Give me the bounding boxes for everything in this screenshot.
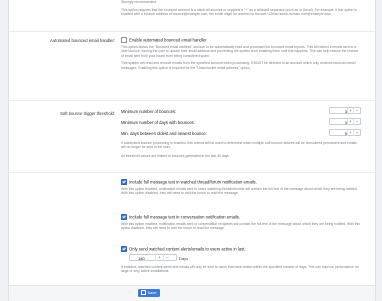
min-bounces-label: Minimum number of bounces: [121,108,177,114]
min-days-row: Minimum number of days with bounces: 3 +… [121,118,361,125]
divider [9,100,375,101]
convo-full-hint: With this option enabled, notification e… [121,222,360,231]
min-days-between-row: Min. days between oldest and newest boun… [121,129,361,136]
min-days-between-value: 5 [344,131,347,137]
min-days-input[interactable]: 3 + − [329,118,361,125]
auto-bounce-checkbox-label: Enable automated bounced email handler [129,37,207,43]
soft-bounce-hint-1: If automated bounce processing is enable… [121,141,357,150]
decrement-button[interactable]: − [353,119,360,125]
min-days-value: 3 [344,120,347,126]
active-days-unit: Days [179,255,189,261]
save-icon [141,290,147,296]
save-button[interactable]: Save [138,289,160,297]
options-panel: Strongly recommended. This option requir… [8,0,376,301]
min-days-between-input[interactable]: 5 + − [329,129,361,136]
min-days-label: Minimum number of days with bounces: [121,119,195,125]
convo-full-group: Include full message text in conversatio… [121,213,361,231]
active-days-input[interactable]: 180 + − [129,254,177,261]
auto-bounce-hint-1: This option allows the "Bounced email ad… [121,45,359,58]
active-only-checkbox[interactable] [121,245,127,252]
watched-full-checkbox[interactable] [121,178,127,185]
soft-bounce-label: Soft bounce trigger threshold: [60,111,115,116]
form-footer [9,285,375,301]
auto-bounce-checkbox-row[interactable]: Enable automated bounced email handler [121,36,361,43]
active-only-checkbox-row[interactable]: Only send watched content alerts/emails … [121,245,361,252]
decrement-button[interactable]: − [163,255,171,261]
auto-bounce-checkbox[interactable] [121,36,127,43]
active-only-hint: If enabled, watched content alerts and e… [121,265,359,274]
convo-full-checkbox-row[interactable]: Include full message text in conversatio… [121,213,361,220]
min-bounces-row: Minimum number of bounces: 3 + − [121,107,361,114]
decrement-button[interactable]: − [353,108,360,114]
convo-full-checkbox-label: Include full message text in conversatio… [129,214,241,220]
watched-full-checkbox-label: Include full message text in watched thr… [129,179,257,185]
soft-bounce-hint-2: All threshold values are limited to boun… [121,154,230,158]
auto-bounce-group: Enable automated bounced email handler T… [121,36,361,70]
active-only-checkbox-label: Only send watched content alerts/emails … [129,246,246,252]
save-button-label: Save [147,290,157,295]
min-bounces-value: 3 [344,109,347,115]
auto-bounce-label: Automated bounced email handler: [50,38,115,43]
auto-bounce-hint-2: This system will read and remove emails … [121,61,356,70]
convo-full-checkbox[interactable] [121,213,127,220]
active-days-row: 180 + − Days [121,254,361,263]
divider [9,172,375,173]
active-only-group: Only send watched content alerts/emails … [121,245,361,274]
watched-full-group: Include full message text in watched thr… [121,178,361,196]
increment-button[interactable]: + [155,255,163,261]
min-bounces-input[interactable]: 3 + − [329,107,361,114]
divider [9,31,375,32]
active-days-value: 180 [138,256,145,262]
min-days-between-label: Min. days between oldest and newest boun… [121,130,207,136]
watched-full-checkbox-row[interactable]: Include full message text in watched thr… [121,178,361,185]
decrement-button[interactable]: − [353,130,360,136]
watched-full-hint: With this option enabled, notification e… [121,187,358,196]
hint-strong-recommended: Strongly recommended. [121,0,157,4]
hint-wildcard-separator: This option requires that the bounced ac… [121,8,357,17]
